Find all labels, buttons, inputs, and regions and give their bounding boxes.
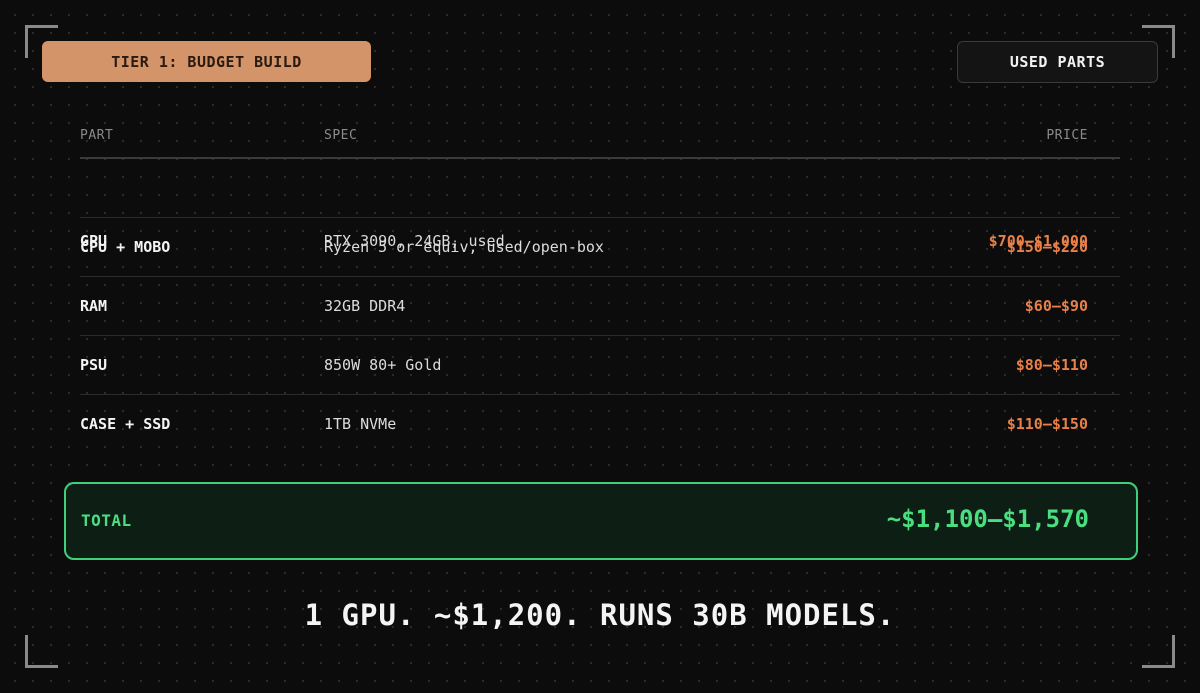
part-name: CASE + SSD <box>80 415 171 433</box>
corner-bracket-bottom-right <box>1142 635 1175 668</box>
table-row: PSU 850W 80+ Gold $80–$110 <box>80 336 1120 395</box>
table-row: GPU RTX 3090, 24GB, used $700–$1,000 <box>80 159 1120 250</box>
table-body: GPU RTX 3090, 24GB, used $700–$1,000 CPU… <box>80 159 1120 453</box>
parts-table: PART SPEC PRICE GPU RTX 3090, 24GB, used… <box>80 115 1120 453</box>
tier-badge: TIER 1: BUDGET BUILD <box>42 41 371 82</box>
total-value: ~$1,100–$1,570 <box>886 505 1089 533</box>
table-header: PART SPEC PRICE <box>80 115 1120 159</box>
total-box: TOTAL ~$1,100–$1,570 <box>64 482 1138 560</box>
total-label: TOTAL <box>81 511 132 530</box>
table-row: RAM 32GB DDR4 $60–$90 <box>80 277 1120 336</box>
column-header-part: PART <box>80 128 114 143</box>
corner-bracket-bottom-left <box>25 635 58 668</box>
column-header-price: PRICE <box>1046 128 1088 143</box>
table-row: CASE + SSD 1TB NVMe $110–$150 <box>80 395 1120 453</box>
tagline: 1 GPU. ~$1,200. RUNS 30B MODELS. <box>304 598 896 632</box>
column-header-spec: SPEC <box>324 128 358 143</box>
used-parts-badge: USED PARTS <box>957 41 1158 83</box>
part-price: $110–$150 <box>1006 415 1088 433</box>
table-row: CPU + MOBO Ryzen 5 or equiv, used/open-b… <box>80 218 1120 277</box>
part-spec: 1TB NVMe <box>324 415 397 433</box>
